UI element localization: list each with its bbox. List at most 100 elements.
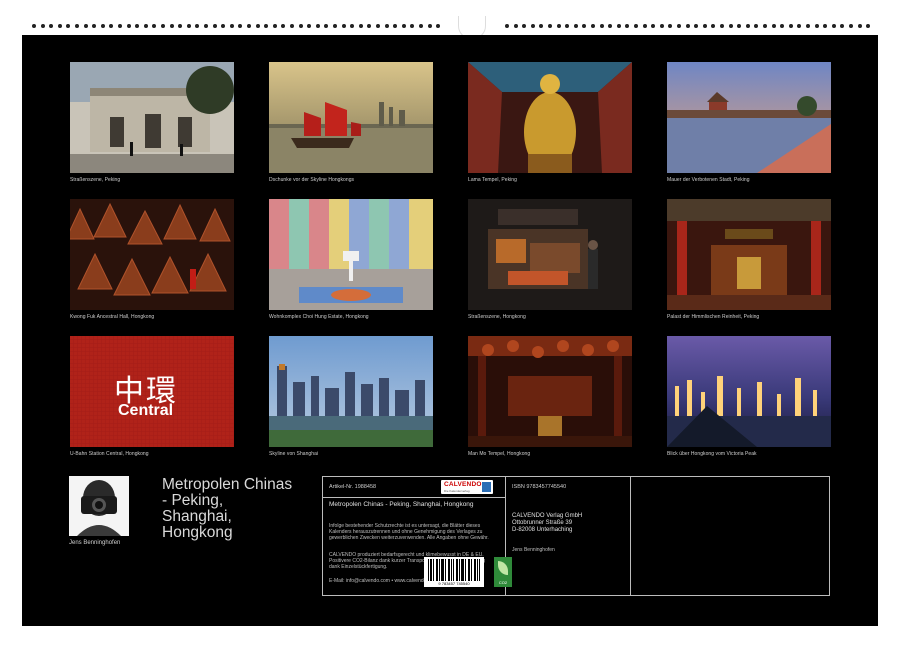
binding-hole	[608, 24, 612, 28]
binding-hole	[230, 24, 234, 28]
binding-hole	[419, 24, 423, 28]
binding-hole	[754, 24, 758, 28]
publisher-author: Jens Benninghofen	[512, 548, 555, 554]
binding-hole	[299, 24, 303, 28]
binding-hole	[815, 24, 819, 28]
barcode-number: 9 783457 745540	[424, 581, 484, 586]
binding-hole	[204, 24, 208, 28]
binding-hole	[858, 24, 862, 28]
binding-hole	[264, 24, 268, 28]
binding-hole	[660, 24, 664, 28]
binding-hole	[281, 24, 285, 28]
binding-hole	[290, 24, 294, 28]
photo-caption: Straßenszene, Hongkong	[468, 314, 648, 320]
article-row: Artikel-Nr. 1988458 CALVENDO Die Kalende…	[323, 477, 505, 498]
photo-tile[interactable]: Mauer der Verbotenen Stadt, Peking	[667, 62, 831, 180]
binding-hole	[350, 24, 354, 28]
binding-hole	[66, 24, 70, 28]
binding-hole	[170, 24, 174, 28]
binding-hole	[161, 24, 165, 28]
binding-hole	[316, 24, 320, 28]
binding-hole	[574, 24, 578, 28]
binding-hole	[238, 24, 242, 28]
calendar-binding	[22, 24, 878, 32]
article-number: Artikel-Nr. 1988458	[329, 484, 376, 490]
photo-tile[interactable]: Skyline von Shanghai	[269, 336, 433, 454]
binding-hole	[634, 24, 638, 28]
calvendo-logo-text: CALVENDO	[444, 481, 482, 488]
binding-hole	[772, 24, 776, 28]
photo-tile[interactable]: Lama Tempel, Peking	[468, 62, 632, 180]
logo-mark-icon	[482, 482, 491, 492]
photo-tile[interactable]: Kwong Fuk Ancestral Hall, Hongkong	[70, 199, 234, 317]
photo-tile[interactable]: Palast der Himmlischen Reinheit, Peking	[667, 199, 831, 317]
estate-buildings-image	[269, 199, 433, 310]
calendar-title: Metropolen Chinas - Peking, Shanghai, Ho…	[162, 477, 324, 541]
calendar-back-sheet: Straßenszene, Peking Dschunke	[22, 35, 878, 626]
binding-hole	[617, 24, 621, 28]
binding-hole	[118, 24, 122, 28]
binding-hole	[58, 24, 62, 28]
binding-hole	[720, 24, 724, 28]
binding-hole	[789, 24, 793, 28]
market-stall-image	[468, 199, 632, 310]
binding-hole	[152, 24, 156, 28]
binding-hole	[342, 24, 346, 28]
binding-hole	[677, 24, 681, 28]
info-column-publisher: ISBN 9783457745540 CALVENDO Verlag GmbH …	[506, 477, 631, 595]
photo-grid: Straßenszene, Peking Dschunke	[22, 35, 878, 475]
binding-hole	[711, 24, 715, 28]
binding-hole	[849, 24, 853, 28]
photo-caption: Skyline von Shanghai	[269, 451, 449, 457]
binding-hole	[402, 24, 406, 28]
photo-caption: Blick über Hongkong vom Victoria Peak	[667, 451, 847, 457]
binding-hole	[780, 24, 784, 28]
binding-hole	[32, 24, 36, 28]
binding-hole	[703, 24, 707, 28]
binding-hole	[221, 24, 225, 28]
photo-tile[interactable]: Man Mo Tempel, Hongkong	[468, 336, 632, 454]
city-skyline-image	[269, 336, 433, 447]
info-calendar-title: Metropolen Chinas - Peking, Shanghai, Ho…	[329, 501, 497, 509]
binding-hole	[49, 24, 53, 28]
binding-hole	[625, 24, 629, 28]
binding-hole	[41, 24, 45, 28]
station-sign-image: 中環 Central	[70, 336, 234, 447]
binding-hole	[367, 24, 371, 28]
eco-badge: CO2	[494, 557, 512, 587]
binding-hole	[359, 24, 363, 28]
photo-tile[interactable]: 中環 Central U-Bahn Station Central, Hongk…	[70, 336, 234, 454]
binding-hole	[273, 24, 277, 28]
binding-hole	[522, 24, 526, 28]
binding-hole	[109, 24, 113, 28]
binding-hole	[514, 24, 518, 28]
photo-tile[interactable]: Wohnkomplex Choi Hung Estate, Hongkong	[269, 199, 433, 317]
binding-hole	[376, 24, 380, 28]
binding-hole	[737, 24, 741, 28]
binding-hole	[187, 24, 191, 28]
photo-caption: U-Bahn Station Central, Hongkong	[70, 451, 250, 457]
temple-interior-image	[468, 336, 632, 447]
photo-tile[interactable]: Straßenszene, Hongkong	[468, 199, 632, 317]
palace-wall-image	[667, 62, 831, 173]
binding-hole	[436, 24, 440, 28]
binding-hole	[505, 24, 509, 28]
photo-tile[interactable]: Blick über Hongkong vom Victoria Peak	[667, 336, 831, 454]
isbn: ISBN 9783457745540	[512, 484, 566, 490]
binding-hole	[92, 24, 96, 28]
binding-hole	[385, 24, 389, 28]
binding-hole	[763, 24, 767, 28]
binding-hole	[806, 24, 810, 28]
binding-hole	[840, 24, 844, 28]
publisher-line: CALVENDO Verlag GmbH	[512, 513, 582, 519]
binding-hole	[643, 24, 647, 28]
photo-tile[interactable]: Straßenszene, Peking	[70, 62, 234, 180]
binding-hole	[428, 24, 432, 28]
palace-interior-image	[667, 199, 831, 310]
binding-hole	[823, 24, 827, 28]
binding-hole	[668, 24, 672, 28]
photo-tile[interactable]: Dschunke vor der Skyline Hongkongs	[269, 62, 433, 180]
info-box: Artikel-Nr. 1988458 CALVENDO Die Kalende…	[322, 476, 830, 596]
binding-hole	[256, 24, 260, 28]
binding-hole	[582, 24, 586, 28]
